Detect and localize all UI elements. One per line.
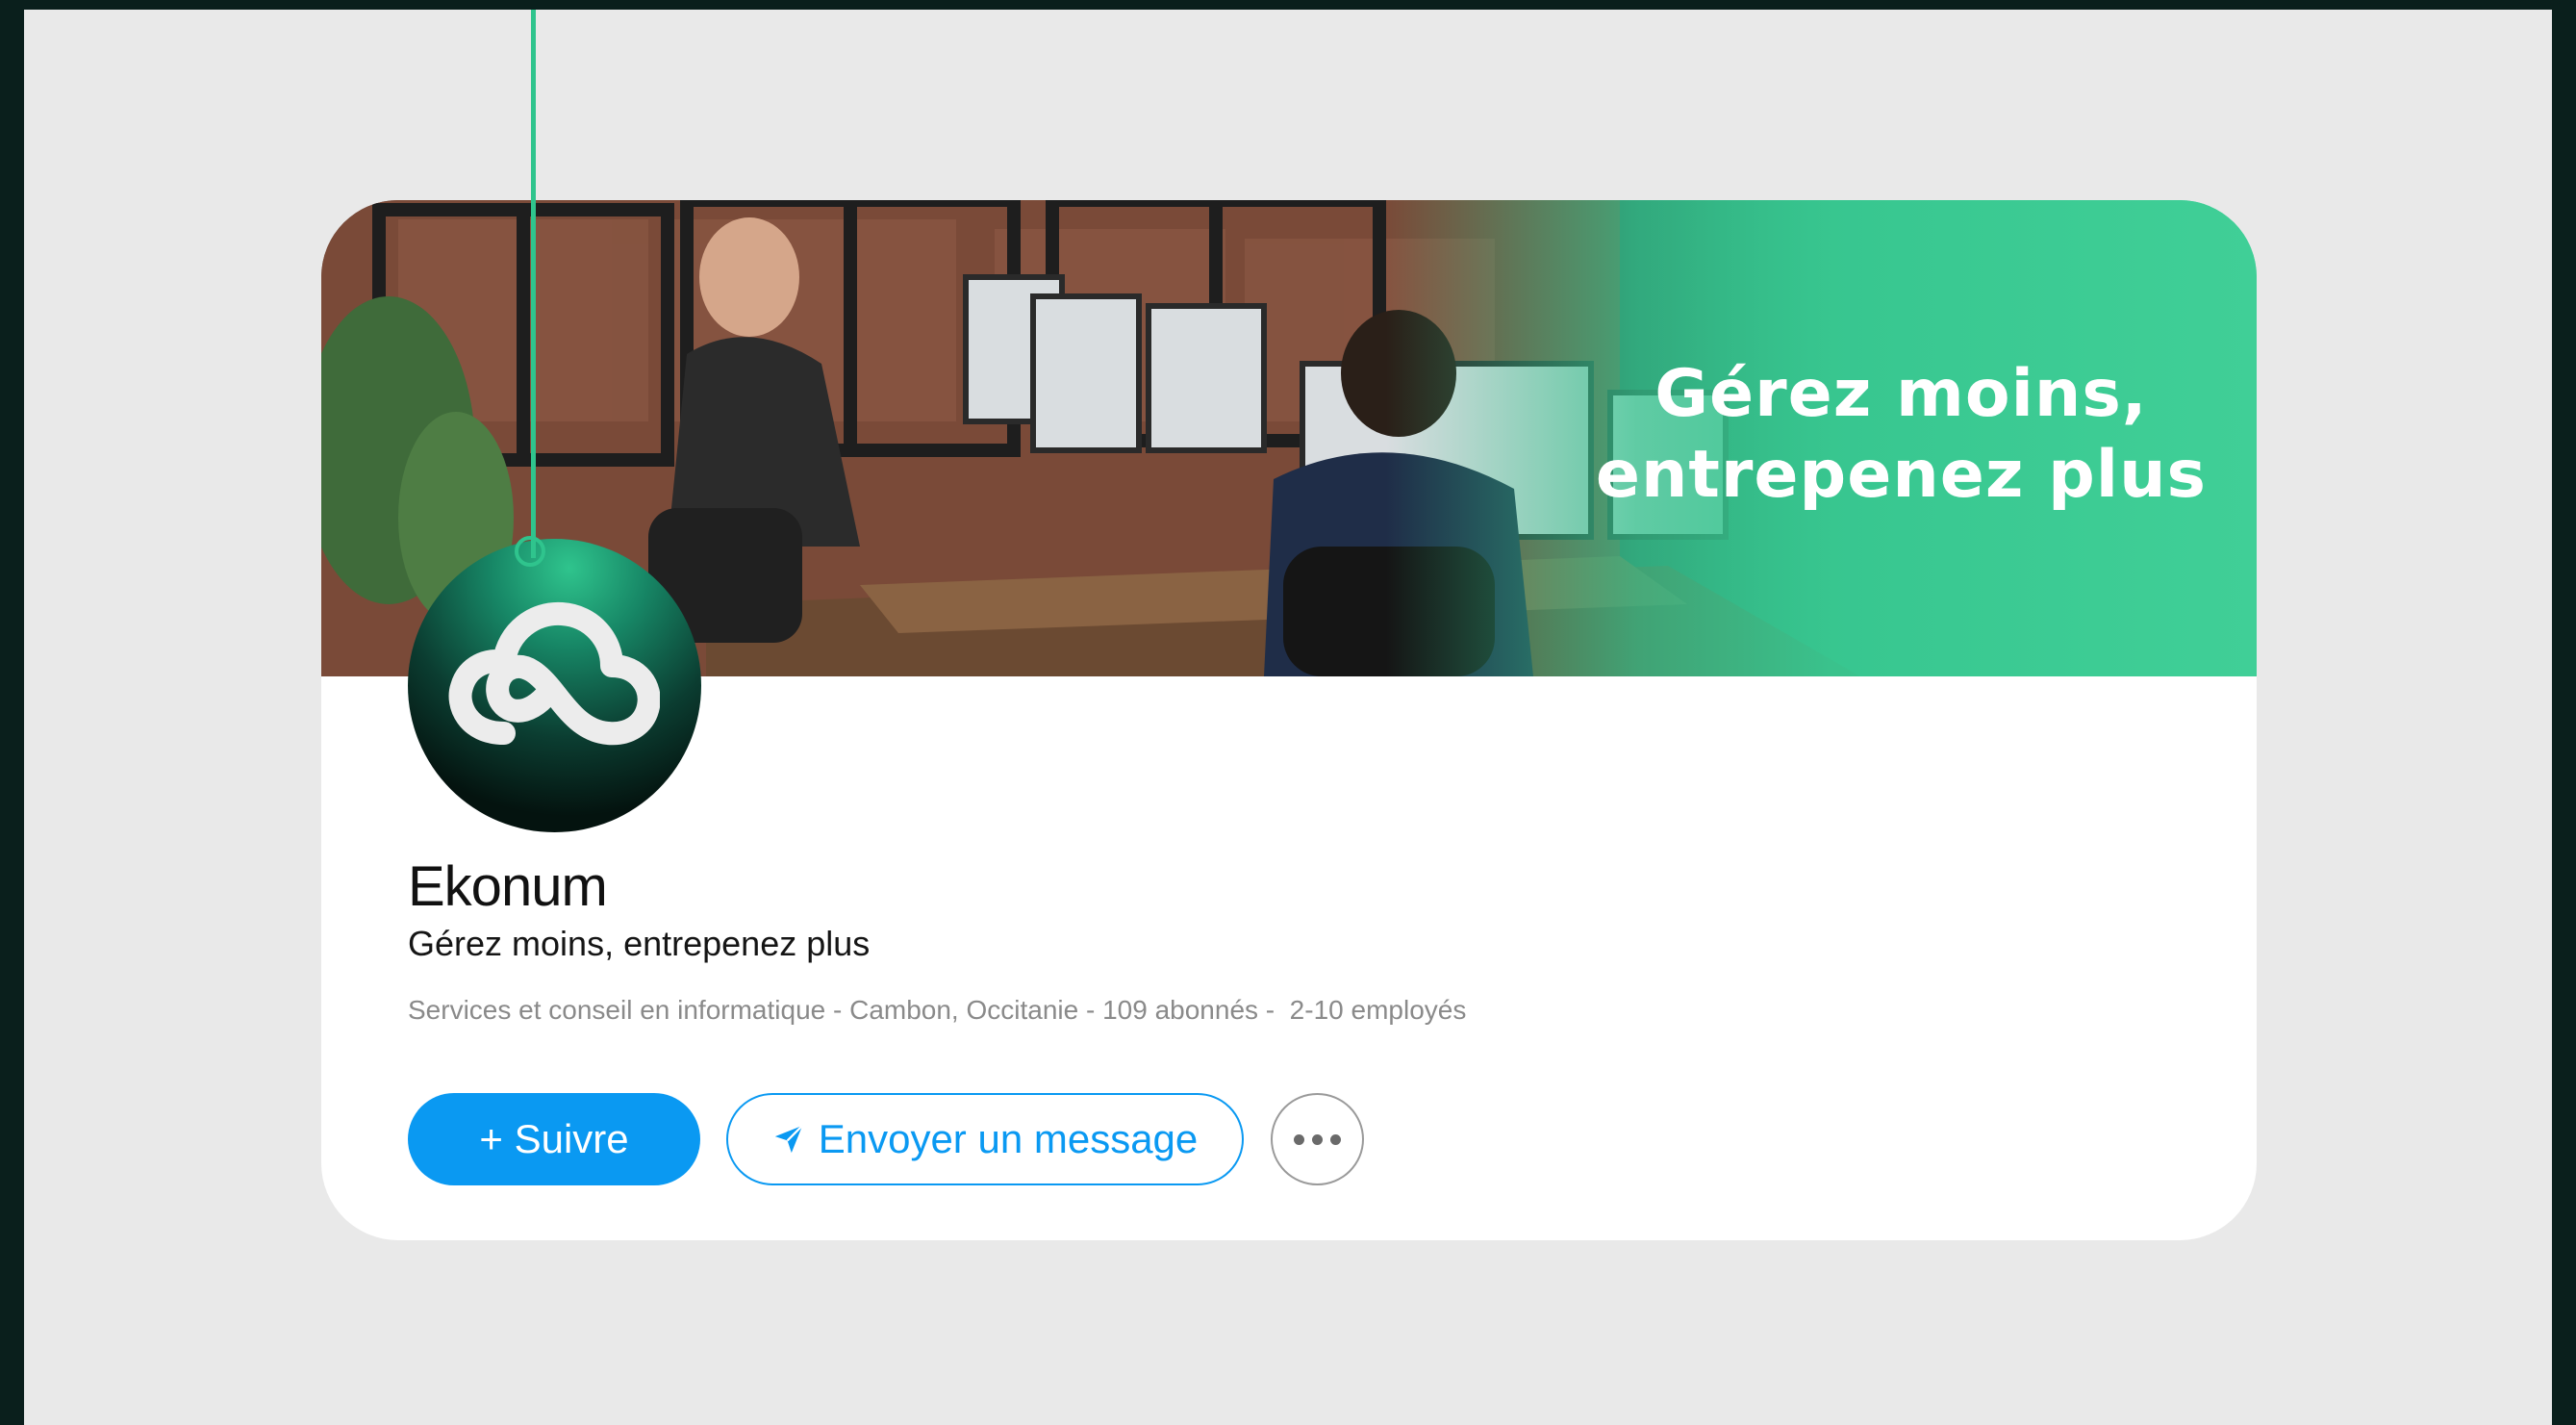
send-message-button[interactable]: Envoyer un message: [726, 1093, 1244, 1185]
more-dots-icon: [1294, 1133, 1341, 1145]
banner-headline: Gérez moins, entrepenez plus: [1596, 354, 2207, 516]
banner-headline-line2: entrepenez plus: [1595, 437, 2207, 513]
company-tagline: Gérez moins, entrepenez plus: [408, 924, 871, 963]
send-message-button-label: Envoyer un message: [818, 1116, 1199, 1161]
follow-button-label: + Suivre: [479, 1116, 629, 1161]
company-meta: Services et conseil en informatique - Ca…: [408, 995, 1467, 1025]
send-arrow-icon: [774, 1125, 803, 1154]
more-options-button[interactable]: [1271, 1093, 1364, 1185]
company-logo[interactable]: [408, 539, 701, 832]
canvas: Gérez moins, entrepenez plus Ekonum Gére…: [24, 10, 2552, 1425]
banner-headline-line1: Gérez moins,: [1654, 356, 2148, 432]
cloud-infinity-icon: [448, 601, 660, 746]
company-name: Ekonum: [408, 855, 608, 918]
company-profile-card: Gérez moins, entrepenez plus Ekonum Gére…: [321, 200, 2257, 1240]
follow-button[interactable]: + Suivre: [408, 1093, 700, 1185]
connector-line: [531, 10, 536, 558]
connector-dot: [515, 536, 545, 567]
